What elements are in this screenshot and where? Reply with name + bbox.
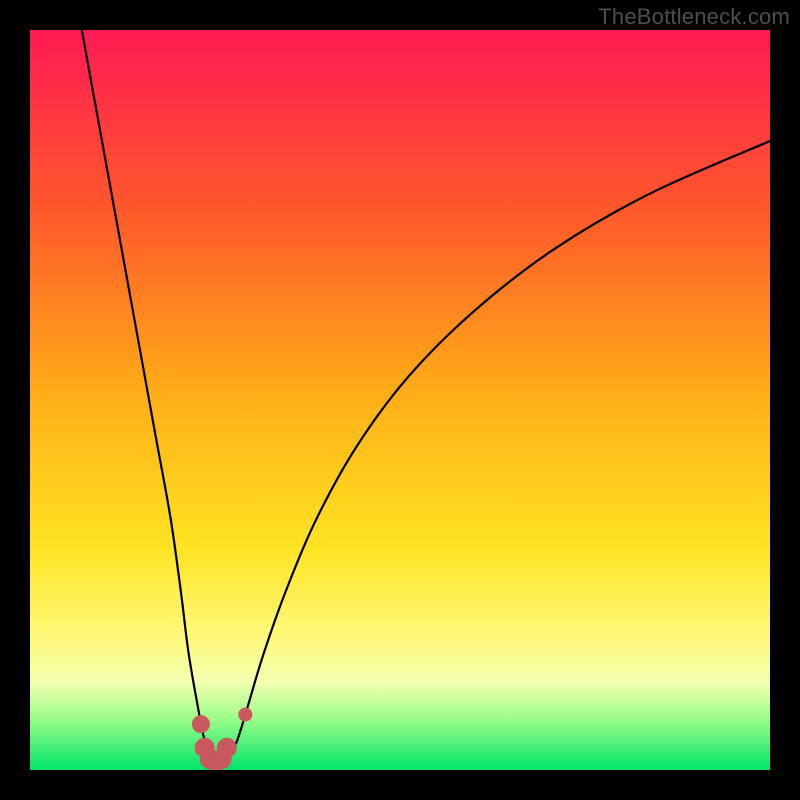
chart-svg [30, 30, 770, 770]
plot-area [30, 30, 770, 770]
watermark-text: TheBottleneck.com [598, 4, 790, 30]
chart-frame: TheBottleneck.com [0, 0, 800, 800]
highlight-dot [238, 708, 252, 722]
highlight-dot [217, 738, 237, 758]
gradient-background [30, 30, 770, 770]
highlight-dot [192, 715, 210, 733]
